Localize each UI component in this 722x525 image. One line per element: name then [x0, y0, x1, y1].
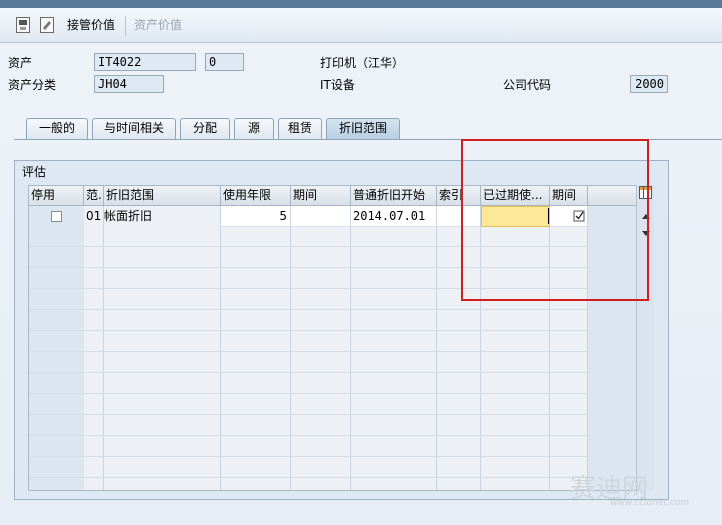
column-header-area-desc[interactable]: 折旧范围 — [104, 186, 221, 206]
toolbar-separator — [125, 16, 126, 36]
change-document-icon[interactable] — [40, 17, 54, 33]
takeover-values-button[interactable]: 接管价值 — [67, 17, 115, 33]
asset-label: 资产 — [8, 56, 33, 70]
asset-description: 打印机（江华） — [320, 56, 405, 70]
tab-general[interactable]: 一般的 — [26, 118, 88, 139]
save-document-icon[interactable] — [16, 17, 30, 33]
asset-number-field[interactable]: IT4022 — [94, 53, 196, 71]
tab-origin[interactable]: 源 — [234, 118, 274, 139]
column-header-deactivate[interactable]: 停用 — [29, 186, 84, 206]
column-header-useful-life[interactable]: 使用年限 — [221, 186, 291, 206]
application-toolbar: 接管价值 资产价值 — [0, 8, 722, 43]
company-code-field[interactable]: 2000 — [630, 75, 668, 93]
area-desc-cell: 帐面折旧 — [104, 209, 153, 223]
asset-class-field[interactable]: JH04 — [94, 75, 164, 93]
asset-class-description: IT设备 — [320, 78, 355, 92]
asset-subnumber-field[interactable]: 0 — [205, 53, 244, 71]
useful-life-input[interactable]: 5 — [221, 206, 291, 227]
watermark-url: www.ccidnet.com — [610, 498, 690, 508]
tab-allocations[interactable]: 分配 — [180, 118, 230, 139]
company-code-label: 公司代码 — [503, 78, 552, 92]
tab-time-dependent[interactable]: 与时间相关 — [92, 118, 176, 139]
deactivate-checkbox[interactable] — [51, 211, 62, 222]
tab-strip: 一般的 与时间相关 分配 源 租赁 折旧范围 — [14, 118, 722, 140]
tab-leasing[interactable]: 租赁 — [278, 118, 322, 139]
title-bar — [0, 0, 722, 8]
area-number-cell: 01 — [86, 209, 102, 223]
valuation-group-title: 评估 — [22, 165, 47, 179]
column-header-dep-start[interactable]: 普通折旧开始 — [351, 186, 437, 206]
period-input[interactable] — [291, 206, 351, 227]
asset-class-label: 资产分类 — [8, 78, 57, 92]
dep-start-input[interactable]: 2014.07.01 — [351, 206, 437, 227]
tab-depreciation-areas[interactable]: 折旧范围 — [326, 118, 400, 140]
column-header-period[interactable]: 期间 — [291, 186, 351, 206]
column-header-area[interactable]: 范. — [84, 186, 104, 206]
asset-values-button[interactable]: 资产价值 — [134, 17, 182, 33]
highlight-annotation — [461, 139, 649, 301]
